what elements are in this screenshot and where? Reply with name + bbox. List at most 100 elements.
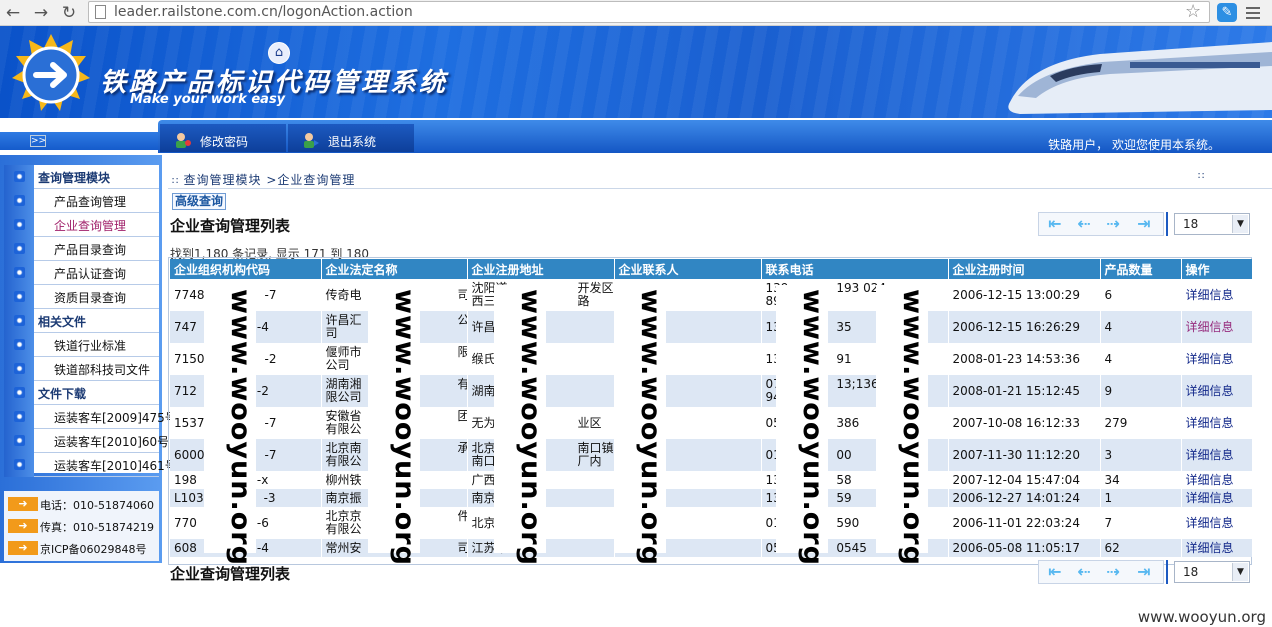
menu-icon[interactable]: [1244, 4, 1262, 21]
logout-button[interactable]: 退出系统: [288, 124, 414, 152]
company-name-cell-text: 南京振: [325, 490, 362, 505]
col-header[interactable]: 企业组织机构代码: [170, 259, 322, 279]
watermark-strip: www.wooyun.org: [776, 285, 828, 566]
detail-link-text: 详细信息: [1185, 447, 1234, 462]
pager-top: ⇤ ⇠ ⇢ ⇥ 18 ▼: [1038, 212, 1250, 236]
col-header[interactable]: 企业联系人: [614, 259, 762, 279]
next-page-icon[interactable]: ⇢: [1101, 216, 1125, 232]
last-page-icon[interactable]: ⇥: [1132, 564, 1156, 580]
page-size-select[interactable]: 18 ▼: [1174, 561, 1250, 583]
company-name-cell-text: 安徽省: [325, 409, 362, 423]
chevron-down-icon: ▼: [1232, 563, 1248, 581]
extension-icon[interactable]: ✎: [1217, 3, 1237, 22]
site-banner: ⌂ 铁路产品标识代码管理系统 Make your work easy: [0, 26, 1272, 118]
sidebar-menu: 查询管理模块 产品查询管理 企业查询管理 产品目录查询 产品认证查询 资质目录查…: [4, 165, 177, 477]
icp-number: 京ICP备06029848号: [40, 543, 147, 556]
product-count-cell: 6: [1100, 279, 1182, 311]
bullet-icon: [14, 195, 25, 206]
page-icon: [95, 5, 106, 19]
bullet-icon: [14, 411, 25, 422]
sidebar-item-enterprise-query[interactable]: 企业查询管理: [4, 213, 159, 237]
detail-link[interactable]: 详细信息: [1181, 407, 1253, 439]
product-count-cell: 279: [1100, 407, 1182, 439]
sidebar-section-query[interactable]: 查询管理模块: [4, 165, 159, 189]
org-code-cell-text: 6000: [174, 447, 205, 462]
detail-link[interactable]: 详细信息: [1181, 489, 1253, 507]
reg-time-cell: 2006-12-15 13:00:29: [948, 279, 1101, 311]
watermark-strip: www.wooyun.org: [614, 285, 666, 566]
first-page-icon[interactable]: ⇤: [1043, 564, 1067, 580]
sidebar-item-download-2[interactable]: 运装客车[2010]60号: [4, 429, 169, 453]
sidebar-section-downloads[interactable]: 文件下载: [4, 381, 159, 405]
breadcrumb: ∷ 查询管理模块 >企业查询管理: [172, 173, 356, 187]
detail-link[interactable]: 详细信息: [1181, 507, 1253, 539]
sidebar-section-documents[interactable]: 相关文件: [4, 309, 159, 333]
sidebar-item-ministry-docs[interactable]: 铁道部科技司文件: [4, 357, 159, 381]
watermark-strip: www.wooyun.org: [876, 285, 928, 566]
sidebar-item-download-3[interactable]: 运装客车[2010]461号: [4, 453, 177, 477]
back-icon[interactable]: ←: [2, 2, 24, 24]
prev-page-icon[interactable]: ⇠: [1072, 216, 1096, 232]
reg-time-cell-text: 2007-10-08 16:12:33: [952, 415, 1080, 430]
main-content: ∷ 查询管理模块 >企业查询管理 ∷ 高级查询 企业查询管理列表 ⇤ ⇠ ⇢ ⇥…: [168, 155, 1272, 585]
sidebar: 查询管理模块 产品查询管理 企业查询管理 产品目录查询 产品认证查询 资质目录查…: [0, 155, 177, 563]
col-header[interactable]: 企业法定名称: [321, 259, 468, 279]
bookmark-star-icon[interactable]: ☆: [1185, 1, 1201, 22]
detail-link[interactable]: 详细信息: [1181, 343, 1253, 375]
bullet-icon: [14, 315, 25, 326]
detail-link-text: 详细信息: [1185, 472, 1234, 487]
col-header[interactable]: 产品数量: [1100, 259, 1182, 279]
contact-fax: 传真：010-51874219: [40, 521, 154, 534]
page-size-select[interactable]: 18 ▼: [1174, 213, 1250, 235]
url-text[interactable]: leader.railstone.com.cn/logonAction.acti…: [114, 4, 413, 20]
first-page-icon[interactable]: ⇤: [1043, 216, 1067, 232]
detail-link[interactable]: 详细信息: [1181, 279, 1253, 311]
expand-icon[interactable]: >>: [30, 135, 46, 147]
reg-time-cell-text: 2006-12-15 16:26:29: [952, 319, 1080, 334]
table-row: 747-4许昌汇公司许昌段139352006-12-15 16:26:294详细…: [170, 311, 1253, 343]
home-icon[interactable]: ⌂: [268, 42, 290, 64]
bullet-icon: [14, 243, 25, 254]
sidebar-item-product-query[interactable]: 产品查询管理: [4, 189, 159, 213]
product-count-cell-text: 6: [1104, 287, 1113, 302]
detail-link[interactable]: 详细信息: [1181, 471, 1253, 489]
product-count-cell: 9: [1100, 375, 1182, 407]
org-code-cell-text: 608: [174, 540, 197, 555]
org-code-cell-text: 7150: [174, 351, 205, 366]
change-password-button[interactable]: 修改密码: [160, 124, 286, 152]
product-count-cell: 3: [1100, 439, 1182, 471]
sidebar-item-certification-query[interactable]: 产品认证查询: [4, 261, 159, 285]
sidebar-item-industry-standard[interactable]: 铁道行业标准: [4, 333, 159, 357]
product-count-cell: 4: [1100, 343, 1182, 375]
logo-icon: [12, 34, 90, 111]
prev-page-icon[interactable]: ⇠: [1072, 564, 1096, 580]
grid-icon: ∷: [1198, 171, 1205, 182]
company-name-cell-text: 司: [325, 326, 338, 340]
advanced-search-button[interactable]: 高级查询: [172, 193, 227, 210]
company-name-cell-text: 柳州铁: [325, 472, 362, 487]
watermark-strip: www.wooyun.org: [494, 285, 546, 566]
pager-bottom: ⇤ ⇠ ⇢ ⇥ 18 ▼: [1038, 560, 1250, 584]
col-header[interactable]: 联系电话: [761, 259, 949, 279]
detail-link-text: 详细信息: [1185, 415, 1234, 430]
detail-link-text: 详细信息: [1185, 351, 1234, 366]
last-page-icon[interactable]: ⇥: [1132, 216, 1156, 232]
address-bar[interactable]: leader.railstone.com.cn/logonAction.acti…: [88, 1, 1210, 23]
detail-link[interactable]: 详细信息: [1181, 311, 1253, 343]
forward-icon[interactable]: →: [30, 2, 52, 24]
col-header[interactable]: 企业注册时间: [948, 259, 1101, 279]
train-image: [1008, 42, 1272, 114]
company-name-cell-text: 限公司: [325, 390, 362, 404]
detail-link[interactable]: 详细信息: [1181, 439, 1253, 471]
reg-time-cell: 2008-01-21 15:12:45: [948, 375, 1101, 407]
next-page-icon[interactable]: ⇢: [1101, 564, 1125, 580]
detail-link[interactable]: 详细信息: [1181, 375, 1253, 407]
product-count-cell-text: 279: [1104, 415, 1128, 430]
sidebar-item-download-1[interactable]: 运装客车[2009]475号: [4, 405, 177, 429]
detail-link[interactable]: 详细信息: [1181, 539, 1253, 557]
contact-info: ➜ 电话：010-51874060 ➜ 传真：010-51874219 ➜ 京ICP备…: [4, 491, 159, 561]
col-header[interactable]: 企业注册地址: [467, 259, 615, 279]
sidebar-item-qualification-query[interactable]: 资质目录查询: [4, 285, 159, 309]
sidebar-item-catalog-query[interactable]: 产品目录查询: [4, 237, 159, 261]
reload-icon[interactable]: ↻: [58, 2, 80, 24]
